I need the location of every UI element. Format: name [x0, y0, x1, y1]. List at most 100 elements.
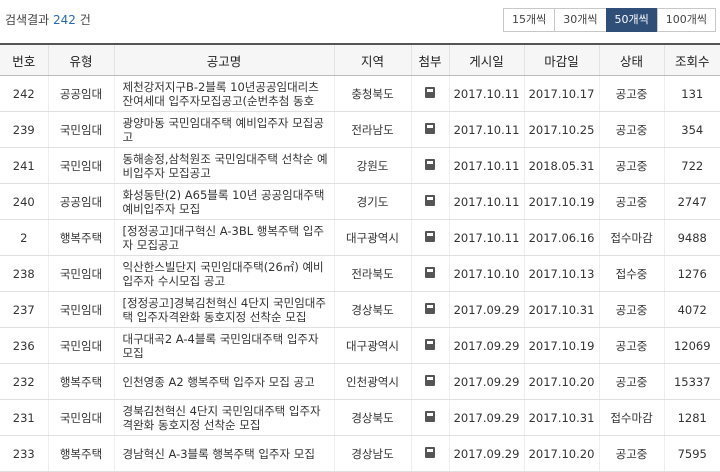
per-page-15-button[interactable]: 15개씩 — [503, 8, 556, 32]
notice-title-link[interactable]: 경북김천혁신 4단지 국민임대주택 입주자격완화 동호지정 선착순 모집 — [123, 404, 330, 432]
file-icon[interactable] — [425, 446, 435, 458]
file-icon[interactable] — [425, 158, 435, 170]
table-row: 232 행복주택 인천영종 A2 행복주택 입주자 모집 공고 인천광역시 2017.0… — [0, 363, 720, 400]
row-title[interactable]: 경남혁신 A-3블록 행복주택 입주자 모집 — [113, 435, 334, 472]
notice-title-link[interactable]: 동해송정,삼척원조 국민임대주택 선착순 예비입주자 모집공고 — [123, 152, 330, 180]
row-posted-date: 2017.10.11 — [448, 219, 524, 256]
result-unit: 건 — [79, 13, 91, 27]
row-attachment — [410, 399, 449, 436]
row-status: 접수마감 — [598, 219, 664, 256]
notice-title-link[interactable]: 제천강저지구B-2블록 10년공공임대리츠 잔여세대 입주자모집공고(순번추첨 … — [123, 80, 330, 108]
row-posted-date: 2017.10.10 — [448, 255, 524, 292]
column-header-posted-date: 게시일 — [448, 43, 524, 76]
table-row: 238 국민임대 익산한스빌단지 국민임대주택(26㎡) 예비입주자 수시모집 공고… — [0, 255, 720, 292]
row-status: 공고중 — [598, 291, 664, 328]
row-number: 237 — [0, 291, 48, 328]
row-title[interactable]: 동해송정,삼척원조 국민임대주택 선착순 예비입주자 모집공고 — [113, 147, 334, 184]
row-attachment — [410, 363, 449, 400]
file-icon[interactable] — [425, 338, 435, 350]
row-views: 354 — [663, 111, 720, 148]
row-region: 전라북도 — [333, 255, 411, 292]
row-type: 국민임대 — [47, 291, 114, 328]
row-status: 공고중 — [598, 111, 664, 148]
notice-title-link[interactable]: 대구대곡2 A-4블록 국민임대주택 입주자 모집 — [123, 332, 330, 360]
file-icon[interactable] — [425, 302, 435, 314]
row-views: 12069 — [663, 327, 720, 364]
row-status: 공고중 — [598, 75, 664, 112]
file-icon[interactable] — [425, 374, 435, 386]
row-posted-date: 2017.10.11 — [448, 183, 524, 220]
result-label: 검색결과 — [5, 13, 50, 27]
row-views: 7595 — [663, 435, 720, 472]
notice-title-link[interactable]: 광양마동 국민임대주택 예비입주자 모집공고 — [123, 116, 330, 144]
table-row: 240 공공임대 화성동탄(2) A65블록 10년 공공임대주택 예비입주자 모집… — [0, 183, 720, 220]
row-title[interactable]: 화성동탄(2) A65블록 10년 공공임대주택 예비입주자 모집 — [113, 183, 334, 220]
notice-title-link[interactable]: [정정공고]경북김천혁신 4단지 국민임대주택 입주자격완화 동호지정 선착순 … — [123, 296, 330, 324]
results-toolbar: 검색결과 242 건 15개씩 30개씩 50개씩 100개씩 — [0, 0, 720, 38]
file-icon[interactable] — [425, 194, 435, 206]
notice-title-link[interactable]: [정정공고]대구혁신 A-3BL 행복주택 입주자 모집공고 — [123, 224, 330, 252]
per-page-100-button[interactable]: 100개씩 — [656, 8, 716, 32]
row-title[interactable]: [정정공고]경북김천혁신 4단지 국민임대주택 입주자격완화 동호지정 선착순 … — [113, 291, 334, 328]
table-row: 237 국민임대 [정정공고]경북김천혁신 4단지 국민임대주택 입주자격완화 동호… — [0, 291, 720, 328]
row-title[interactable]: [정정공고]대구혁신 A-3BL 행복주택 입주자 모집공고 — [113, 219, 334, 256]
notice-title-link[interactable]: 인천영종 A2 행복주택 입주자 모집 공고 — [123, 375, 330, 389]
file-icon[interactable] — [425, 410, 435, 422]
table-row: 2 행복주택 [정정공고]대구혁신 A-3BL 행복주택 입주자 모집공고 대구광역시… — [0, 219, 720, 256]
file-icon[interactable] — [425, 266, 435, 278]
per-page-50-button[interactable]: 50개씩 — [605, 8, 658, 32]
row-type: 국민임대 — [47, 147, 114, 184]
row-number: 231 — [0, 399, 48, 436]
row-title[interactable]: 익산한스빌단지 국민임대주택(26㎡) 예비입주자 수시모집 공고 — [113, 255, 334, 292]
row-title[interactable]: 광양마동 국민임대주택 예비입주자 모집공고 — [113, 111, 334, 148]
row-deadline: 2017.10.31 — [523, 291, 599, 328]
row-views: 722 — [663, 147, 720, 184]
column-header-region: 지역 — [333, 43, 411, 76]
row-region: 강원도 — [333, 147, 411, 184]
notice-title-link[interactable]: 화성동탄(2) A65블록 10년 공공임대주택 예비입주자 모집 — [123, 188, 330, 216]
column-header-attachment: 첨부 — [410, 43, 449, 76]
row-region: 전라남도 — [333, 111, 411, 148]
row-attachment — [410, 255, 449, 292]
row-views: 4072 — [663, 291, 720, 328]
row-deadline: 2017.10.20 — [523, 363, 599, 400]
row-deadline: 2017.10.20 — [523, 435, 599, 472]
notice-title-link[interactable]: 익산한스빌단지 국민임대주택(26㎡) 예비입주자 수시모집 공고 — [123, 260, 330, 288]
row-status: 접수마감 — [598, 399, 664, 436]
row-type: 행복주택 — [47, 363, 114, 400]
column-header-views: 조회수 — [663, 43, 720, 76]
column-header-number: 번호 — [0, 43, 48, 76]
row-type: 국민임대 — [47, 399, 114, 436]
row-title[interactable]: 제천강저지구B-2블록 10년공공임대리츠 잔여세대 입주자모집공고(순번추첨 … — [113, 75, 334, 112]
file-icon[interactable] — [425, 230, 435, 242]
row-number: 241 — [0, 147, 48, 184]
row-posted-date: 2017.10.11 — [448, 111, 524, 148]
file-icon[interactable] — [425, 122, 435, 134]
per-page-30-button[interactable]: 30개씩 — [554, 8, 607, 32]
row-posted-date: 2017.09.29 — [448, 363, 524, 400]
notice-table: 번호 유형 공고명 지역 첨부 게시일 마감일 상태 조회수 242 공공임대 제천… — [0, 43, 720, 472]
row-status: 공고중 — [598, 363, 664, 400]
row-type: 국민임대 — [47, 327, 114, 364]
column-header-type: 유형 — [47, 43, 114, 76]
row-deadline: 2017.10.13 — [523, 255, 599, 292]
row-type: 국민임대 — [47, 111, 114, 148]
row-region: 대구광역시 — [333, 327, 411, 364]
row-views: 15337 — [663, 363, 720, 400]
row-title[interactable]: 대구대곡2 A-4블록 국민임대주택 입주자 모집 — [113, 327, 334, 364]
row-number: 233 — [0, 435, 48, 472]
row-title[interactable]: 경북김천혁신 4단지 국민임대주택 입주자격완화 동호지정 선착순 모집 — [113, 399, 334, 436]
row-region: 경상북도 — [333, 399, 411, 436]
row-posted-date: 2017.09.29 — [448, 327, 524, 364]
row-attachment — [410, 327, 449, 364]
row-type: 행복주택 — [47, 219, 114, 256]
row-attachment — [410, 435, 449, 472]
row-region: 인천광역시 — [333, 363, 411, 400]
table-row: 231 국민임대 경북김천혁신 4단지 국민임대주택 입주자격완화 동호지정 선착순… — [0, 399, 720, 436]
notice-title-link[interactable]: 경남혁신 A-3블록 행복주택 입주자 모집 — [123, 447, 330, 461]
table-row: 239 국민임대 광양마동 국민임대주택 예비입주자 모집공고 전라남도 2017.10… — [0, 111, 720, 148]
row-title[interactable]: 인천영종 A2 행복주택 입주자 모집 공고 — [113, 363, 334, 400]
file-icon[interactable] — [425, 86, 435, 98]
row-status: 접수중 — [598, 255, 664, 292]
row-deadline: 2018.05.31 — [523, 147, 599, 184]
